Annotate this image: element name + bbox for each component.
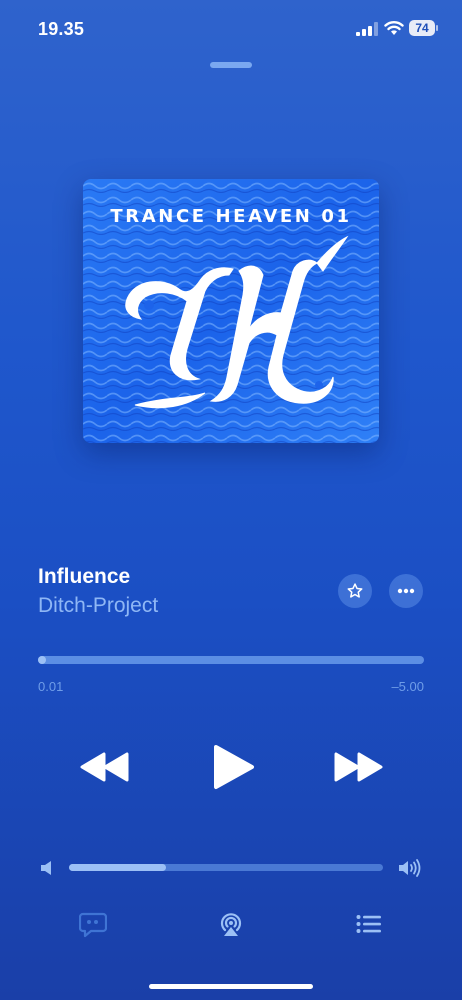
airplay-button[interactable]: [217, 910, 245, 938]
speaker-wave-icon: [399, 859, 421, 877]
wifi-icon: [384, 21, 404, 35]
playback-progress-fill: [38, 656, 46, 664]
track-title: Influence: [38, 565, 131, 588]
favorite-button[interactable]: [338, 574, 372, 608]
ellipsis-icon: [397, 588, 415, 594]
track-artist[interactable]: Ditch-Project: [38, 594, 158, 618]
volume-slider[interactable]: [69, 864, 383, 871]
album-title-text: TRANCE HEAVEN 01: [110, 206, 351, 227]
airplay-icon: [220, 913, 242, 936]
elapsed-time: 0.01: [38, 679, 64, 694]
more-options-button[interactable]: [389, 574, 423, 608]
play-button[interactable]: [210, 743, 256, 791]
play-icon: [214, 745, 254, 789]
speaker-icon: [41, 861, 51, 875]
battery-level: 74: [409, 20, 435, 36]
queue-list-icon: [356, 915, 381, 933]
fast-forward-icon: [334, 752, 383, 782]
status-time: 19.35: [38, 19, 85, 39]
sheet-grabber[interactable]: [210, 62, 252, 68]
cellular-signal-icon: [356, 22, 378, 36]
remaining-time: –5.00: [391, 679, 424, 694]
playback-progress-bar[interactable]: [38, 656, 424, 664]
battery-nub: [436, 25, 438, 31]
lyrics-icon: [79, 912, 107, 938]
album-artwork: TRANCE HEAVEN 01: [83, 179, 379, 443]
rewind-icon: [80, 752, 129, 782]
lyrics-button[interactable]: [79, 912, 107, 938]
rewind-button[interactable]: [80, 750, 130, 784]
star-icon: [347, 583, 363, 598]
battery-indicator: 74: [409, 20, 441, 38]
fast-forward-button[interactable]: [333, 750, 383, 784]
volume-slider-fill: [69, 864, 167, 871]
queue-button[interactable]: [356, 914, 382, 934]
home-indicator[interactable]: [149, 984, 313, 989]
